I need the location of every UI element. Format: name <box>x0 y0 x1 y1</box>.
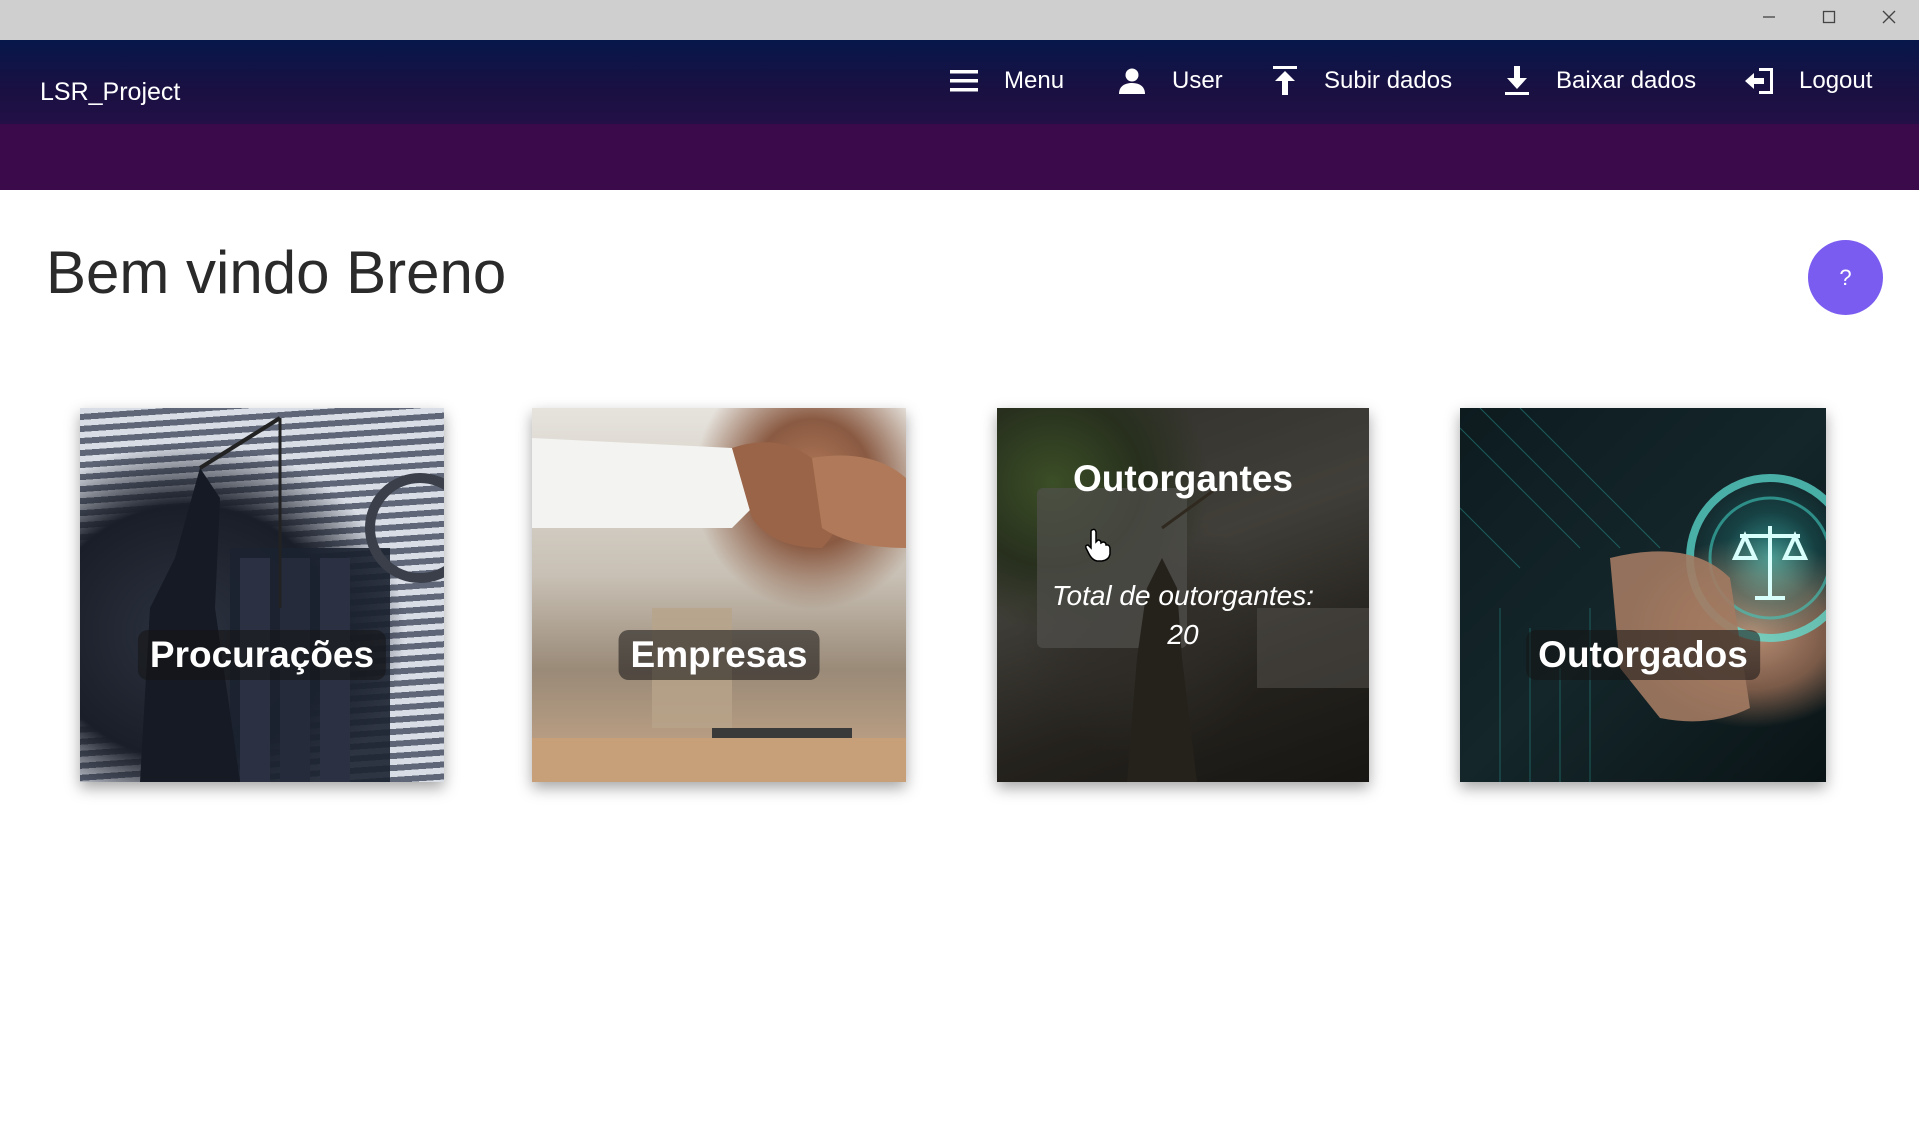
menu-button[interactable]: Menu <box>950 60 1064 102</box>
upload-label: Subir dados <box>1324 67 1453 94</box>
card-label: Outorgados <box>1526 630 1760 680</box>
brand-title: LSR_Project <box>40 78 181 106</box>
card-info: Total de outorgantes: 20 <box>997 576 1369 654</box>
menu-label: Menu <box>1004 67 1065 94</box>
card-title: Outorgantes <box>1073 458 1293 499</box>
card-outorgados[interactable]: Outorgados <box>1460 408 1826 782</box>
minimize-icon <box>1763 16 1775 18</box>
download-icon <box>1505 66 1529 95</box>
page-title: Bem vindo Breno <box>46 239 507 306</box>
card-label: Procurações <box>137 630 387 680</box>
upload-button[interactable]: Subir dados <box>1272 60 1452 102</box>
card-info-count: 20 <box>1167 619 1199 650</box>
card-info-label: Total de outorgantes: <box>1051 580 1315 611</box>
user-label: User <box>1172 67 1223 94</box>
close-button[interactable] <box>1859 0 1919 34</box>
help-button[interactable]: ? <box>1808 240 1883 315</box>
digital-justice-image <box>1460 408 1826 782</box>
user-button[interactable]: User <box>1118 60 1223 102</box>
sub-bar <box>0 124 1919 190</box>
hamburger-icon <box>950 70 978 92</box>
lady-justice-image <box>140 416 444 782</box>
card-outorgantes[interactable]: Outorgantes Total de outorgantes: 20 <box>997 408 1369 782</box>
card-label: Empresas <box>618 630 820 680</box>
card-empresas[interactable]: Empresas <box>532 408 906 782</box>
window-titlebar <box>0 0 1919 40</box>
upload-icon <box>1273 66 1297 95</box>
download-label: Baixar dados <box>1556 67 1697 94</box>
hand-cursor-icon <box>1085 528 1111 562</box>
close-icon <box>1882 10 1896 24</box>
logout-button[interactable]: Logout <box>1745 60 1872 102</box>
maximize-button[interactable] <box>1799 0 1859 34</box>
app-bar: LSR_Project Menu User Subir dados Baixar… <box>0 40 1919 124</box>
logout-label: Logout <box>1799 67 1873 94</box>
user-icon <box>1119 68 1145 94</box>
download-button[interactable]: Baixar dados <box>1504 60 1696 102</box>
handshake-image <box>532 438 906 782</box>
logout-icon <box>1745 68 1773 94</box>
maximize-icon <box>1822 10 1836 24</box>
minimize-button[interactable] <box>1739 0 1799 34</box>
card-procuracoes[interactable]: Procurações <box>80 408 444 782</box>
